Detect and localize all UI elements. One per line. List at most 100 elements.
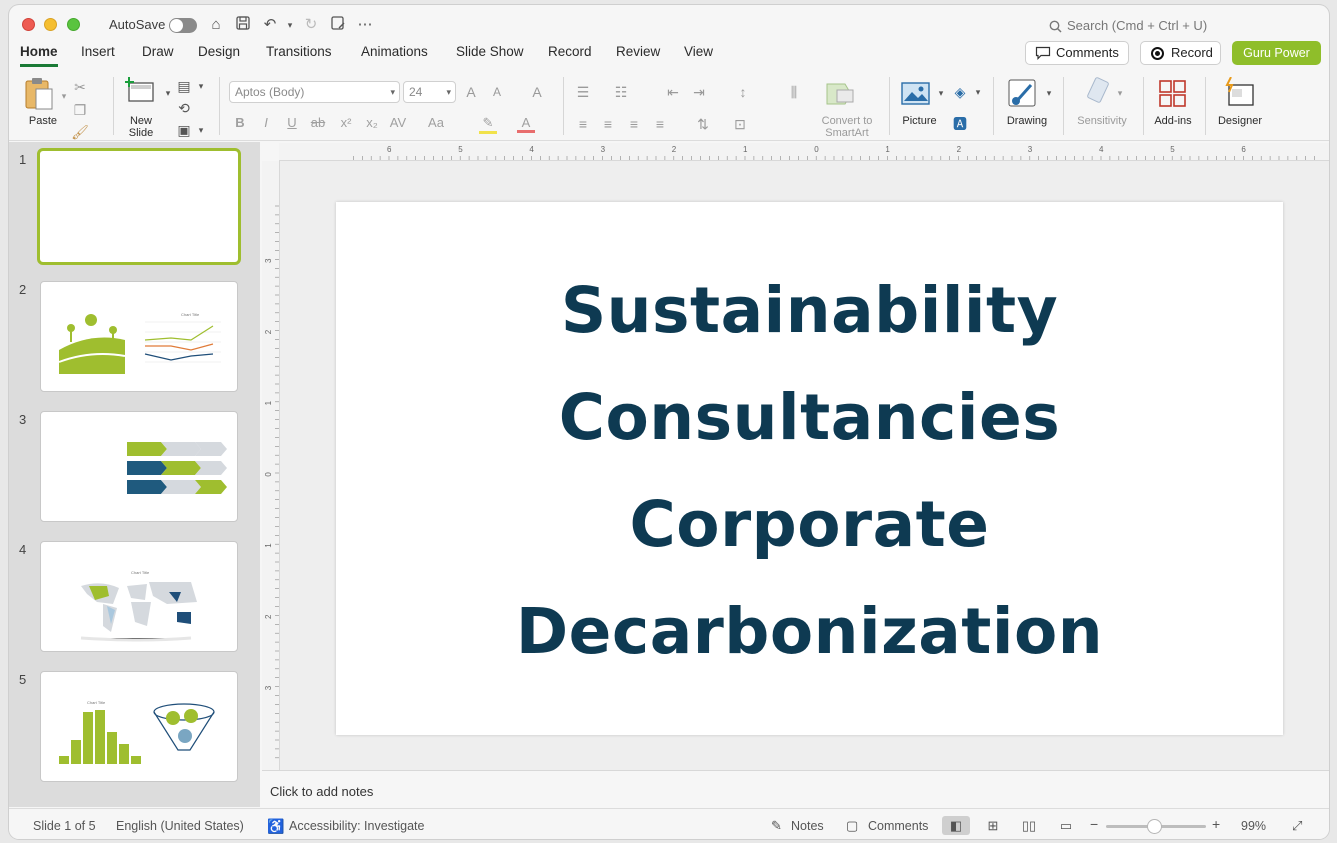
slide-thumbnail-2[interactable]: Chart Title bbox=[40, 281, 238, 392]
character-spacing-icon[interactable]: AV bbox=[389, 115, 407, 130]
change-case-icon[interactable]: Aa bbox=[427, 115, 445, 130]
tab-home[interactable]: Home bbox=[20, 43, 58, 67]
zoom-level[interactable]: 99% bbox=[1241, 819, 1266, 833]
font-name-select[interactable]: Aptos (Body) ▾ bbox=[229, 81, 400, 103]
notes-toggle-label[interactable]: Notes bbox=[791, 819, 824, 833]
picture-dropdown-icon[interactable]: ▾ bbox=[932, 84, 950, 102]
ruler-label: 3 bbox=[601, 145, 606, 154]
autosave-toggle[interactable] bbox=[169, 18, 197, 33]
thumbnail-chart-title: Chart Title bbox=[87, 700, 106, 705]
slide-thumbnail-5[interactable]: Chart Title bbox=[40, 671, 238, 782]
clear-format-icon[interactable]: A bbox=[528, 83, 546, 101]
text-box-icon[interactable]: 🅰 bbox=[951, 115, 969, 133]
layout-dropdown-icon[interactable]: ▾ bbox=[192, 77, 210, 95]
ribbon-separator bbox=[1143, 77, 1144, 135]
section-dropdown-icon[interactable]: ▾ bbox=[192, 121, 210, 139]
slide-thumbnail-3[interactable] bbox=[40, 411, 238, 522]
tab-view[interactable]: View bbox=[684, 43, 713, 67]
highlight-icon[interactable]: ✎ bbox=[479, 115, 497, 134]
accessibility-icon[interactable]: ♿ bbox=[267, 819, 284, 833]
decrease-font-icon[interactable]: A bbox=[488, 83, 506, 101]
accessibility-status[interactable]: Accessibility: Investigate bbox=[289, 819, 424, 833]
subscript-icon[interactable]: x₂ bbox=[363, 115, 381, 130]
drawing-dropdown-icon[interactable]: ▾ bbox=[1040, 84, 1058, 102]
bold-icon[interactable]: B bbox=[231, 115, 249, 130]
align-text-icon[interactable]: ⊡ bbox=[731, 115, 749, 133]
fit-slide-icon[interactable]: ⤢ bbox=[1292, 819, 1302, 833]
tab-transitions[interactable]: Transitions bbox=[266, 43, 332, 67]
comments-toggle-label[interactable]: Comments bbox=[868, 819, 928, 833]
zoom-out-button[interactable]: − bbox=[1090, 817, 1098, 831]
more-icon[interactable]: ⋯ bbox=[355, 15, 375, 35]
align-right-icon[interactable]: ≡ bbox=[625, 115, 643, 133]
picture-icon[interactable] bbox=[901, 81, 931, 107]
layout-icon[interactable]: ▤ bbox=[175, 77, 193, 95]
zoom-in-button[interactable]: + bbox=[1212, 817, 1220, 831]
comments-button[interactable]: Comments bbox=[1025, 41, 1129, 65]
language-status[interactable]: English (United States) bbox=[116, 819, 244, 833]
record-button[interactable]: Record bbox=[1140, 41, 1221, 65]
increase-font-icon[interactable]: A bbox=[462, 83, 480, 101]
save-icon[interactable] bbox=[233, 15, 253, 35]
increase-indent-icon[interactable]: ⇥ bbox=[690, 83, 708, 101]
slide-sorter-button[interactable]: ⊞ bbox=[979, 816, 1007, 835]
strikethrough-icon[interactable]: ab bbox=[309, 115, 327, 130]
italic-icon[interactable]: I bbox=[257, 115, 275, 130]
format-painter-icon[interactable]: 🖌 bbox=[71, 123, 89, 141]
notes-pane[interactable]: Click to add notes bbox=[262, 770, 1329, 808]
guru-power-button[interactable]: Guru Power bbox=[1232, 41, 1321, 65]
decrease-indent-icon[interactable]: ⇤ bbox=[664, 83, 682, 101]
tab-insert[interactable]: Insert bbox=[81, 43, 115, 67]
current-slide[interactable]: Sustainability Consultancies Corporate D… bbox=[336, 202, 1283, 735]
new-slide-icon[interactable] bbox=[124, 77, 157, 105]
copy-icon[interactable]: ❐ bbox=[71, 101, 89, 119]
align-center-icon[interactable]: ≡ bbox=[599, 115, 617, 133]
maximize-window-button[interactable] bbox=[67, 18, 80, 31]
bullets-icon[interactable]: ☰ bbox=[574, 83, 592, 101]
numbering-icon[interactable]: ☷ bbox=[612, 83, 630, 101]
text-direction-icon[interactable]: ⇅ bbox=[694, 115, 712, 133]
columns-icon[interactable]: ⫼ bbox=[785, 83, 803, 101]
underline-icon[interactable]: U bbox=[283, 115, 301, 130]
slide-thumbnail-1[interactable] bbox=[37, 148, 241, 265]
zoom-slider-handle[interactable] bbox=[1147, 819, 1162, 834]
addins-icon[interactable] bbox=[1158, 79, 1188, 109]
slide-show-view-button[interactable]: ▭ bbox=[1052, 816, 1080, 835]
undo-dropdown-icon[interactable]: ▾ bbox=[280, 15, 300, 35]
search-box[interactable]: Search (Cmd + Ctrl + U) bbox=[1049, 16, 1249, 36]
tab-record[interactable]: Record bbox=[548, 43, 592, 67]
slide-thumbnail-4[interactable]: Chart Title bbox=[40, 541, 238, 652]
comments-icon[interactable]: ▢ bbox=[846, 819, 858, 833]
slide-title[interactable]: Sustainability Consultancies Corporate D… bbox=[336, 257, 1283, 685]
notes-icon[interactable]: ✎ bbox=[771, 819, 782, 833]
normal-view-button[interactable]: ◧ bbox=[942, 816, 970, 835]
convert-smartart-icon[interactable] bbox=[825, 82, 857, 106]
tab-animations[interactable]: Animations bbox=[361, 43, 428, 67]
line-spacing-icon[interactable]: ↕ bbox=[734, 83, 752, 101]
shapes-icon[interactable]: ◈ bbox=[951, 83, 969, 101]
reading-view-button[interactable]: ▯▯ bbox=[1015, 816, 1043, 835]
tab-slide-show[interactable]: Slide Show bbox=[456, 43, 524, 67]
cut-icon[interactable]: ✂ bbox=[71, 78, 89, 96]
tab-design[interactable]: Design bbox=[198, 43, 240, 67]
font-color-icon[interactable]: A bbox=[517, 115, 535, 133]
drawing-icon[interactable] bbox=[1007, 77, 1039, 109]
font-size-select[interactable]: 24 ▾ bbox=[403, 81, 456, 103]
superscript-icon[interactable]: x² bbox=[337, 115, 355, 130]
tab-draw[interactable]: Draw bbox=[142, 43, 174, 67]
designer-icon[interactable] bbox=[1223, 76, 1257, 109]
tab-review[interactable]: Review bbox=[616, 43, 660, 67]
close-window-button[interactable] bbox=[22, 18, 35, 31]
align-left-icon[interactable]: ≡ bbox=[574, 115, 592, 133]
justify-icon[interactable]: ≡ bbox=[651, 115, 669, 133]
undo-icon[interactable]: ↶ bbox=[260, 15, 280, 35]
addins-label: Add-ins bbox=[1154, 115, 1192, 127]
redo-icon[interactable]: ↻ bbox=[301, 15, 321, 35]
reset-icon[interactable]: ⟲ bbox=[175, 99, 193, 117]
shapes-dropdown-icon[interactable]: ▾ bbox=[969, 83, 987, 101]
minimize-window-button[interactable] bbox=[44, 18, 57, 31]
home-icon[interactable]: ⌂ bbox=[206, 15, 226, 35]
save-as-icon[interactable] bbox=[328, 15, 348, 35]
sensitivity-dropdown-icon[interactable]: ▾ bbox=[1111, 84, 1129, 102]
section-icon[interactable]: ▣ bbox=[175, 121, 193, 139]
